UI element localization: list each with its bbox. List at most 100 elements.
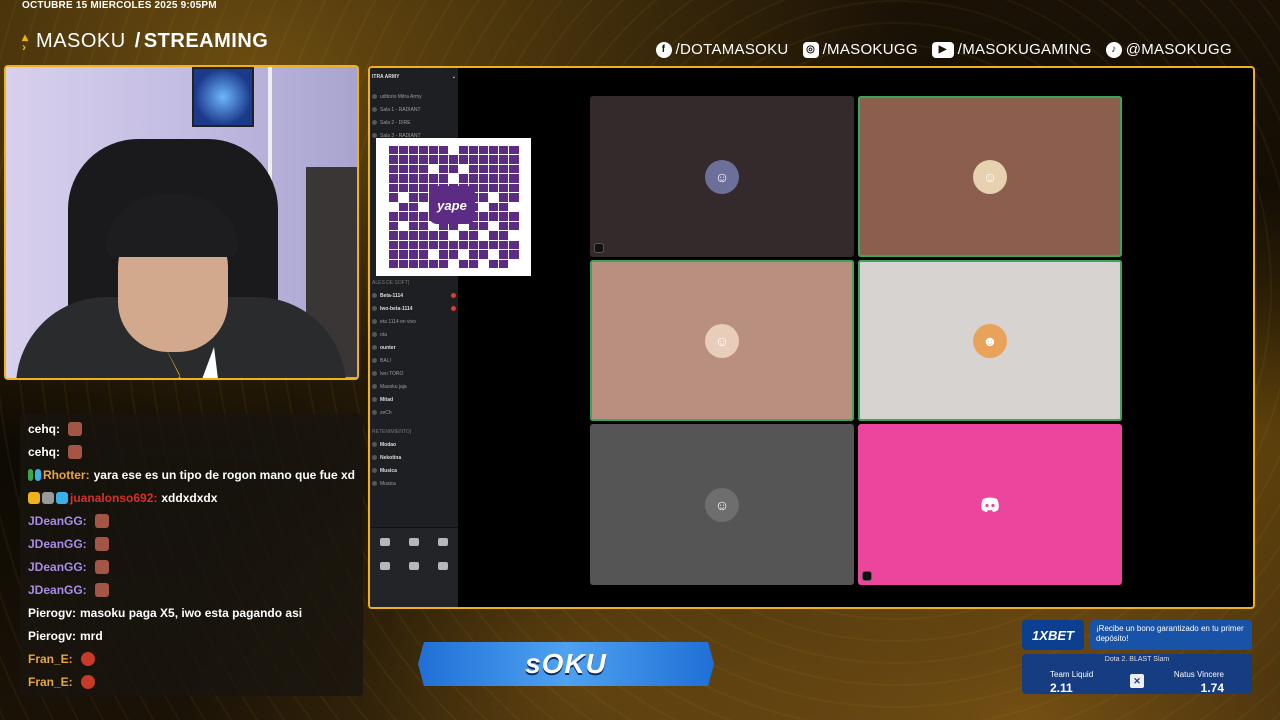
chat-message: Rhotter: yara ese es un tipo de rogon man… bbox=[28, 463, 355, 486]
channel-item[interactable]: RETENIMIENTO] bbox=[372, 425, 456, 438]
channel-item[interactable]: Iwo-beta-1114 bbox=[372, 302, 456, 315]
event-name: Dota 2. BLAST Slam bbox=[1104, 656, 1170, 663]
channel-icon bbox=[372, 293, 377, 298]
channel-item[interactable]: ota bbox=[372, 328, 456, 341]
date-time: OCTUBRE 15 MIERCOLES 2025 9:05PM bbox=[22, 0, 217, 11]
channel-label: ota bbox=[380, 331, 387, 338]
channel-label: Masoku jaja bbox=[380, 383, 407, 390]
chat-emote-icon bbox=[80, 651, 95, 666]
headset-icon[interactable] bbox=[408, 562, 419, 570]
social-link[interactable]: f/DOTAMASOKU bbox=[655, 41, 789, 58]
channel-item[interactable]: BALI bbox=[372, 354, 456, 367]
social-links: f/DOTAMASOKU ◎/MASOKUGG ▶/MASOKUGAMING ♪ @MA… bbox=[655, 41, 1232, 58]
channel-label: Beta-1114 bbox=[380, 292, 404, 299]
chat-message: Fran_E: bbox=[28, 670, 355, 693]
chat-username[interactable]: cehq: bbox=[28, 422, 60, 436]
social-link[interactable]: ▶/MASOKUGAMING bbox=[931, 41, 1092, 58]
discord-icon bbox=[973, 487, 1007, 522]
channel-item[interactable]: Sala 2 - DIRE bbox=[372, 116, 456, 129]
chat-emote-icon bbox=[94, 513, 109, 528]
channel-item[interactable]: eta 1114 en vivo bbox=[372, 315, 456, 328]
chat-username[interactable]: Pierogv: bbox=[28, 606, 76, 620]
chat-username[interactable]: Fran_E: bbox=[28, 675, 73, 689]
channel-icon bbox=[372, 332, 377, 337]
channel-label: Mitad bbox=[380, 396, 394, 403]
channel-item[interactable]: Mitad bbox=[372, 393, 456, 406]
chat-username[interactable]: Rhotter: bbox=[43, 468, 90, 482]
voice-participant-tile[interactable]: ☺ bbox=[590, 424, 854, 585]
soundboard-icon[interactable] bbox=[438, 538, 449, 546]
participant-avatar: ☻ bbox=[973, 323, 1007, 358]
mic-icon[interactable] bbox=[379, 562, 390, 570]
match-odds: Dota 2. BLAST Slam Team Liquid 2.11 ✕ Na… bbox=[1022, 654, 1252, 695]
betting-logo: 1XBET bbox=[1022, 620, 1084, 650]
social-link[interactable]: ♪ @MASOKUGG bbox=[1105, 41, 1232, 58]
chat-text: masoku paga X5, iwo esta pagando asi bbox=[80, 605, 303, 620]
voice-participant-tile[interactable] bbox=[858, 424, 1122, 585]
chat-emote-icon bbox=[68, 444, 83, 459]
channel-label: Iwo TORO bbox=[380, 370, 404, 377]
channel-item[interactable]: Iwo TORO bbox=[372, 367, 456, 380]
channel-item[interactable]: ALES DE SOFT] bbox=[372, 276, 456, 289]
chat-message: juanalonso692: xddxdxdx bbox=[28, 486, 355, 509]
channel-item[interactable]: Musica bbox=[372, 477, 456, 490]
chat-badge-icon bbox=[42, 491, 54, 504]
chat-badge-icon bbox=[56, 491, 68, 504]
user-control-bar bbox=[370, 527, 458, 607]
channel-label: Modao bbox=[380, 441, 397, 448]
brand-title: MASOKU / STREAMING bbox=[36, 30, 269, 52]
channel-item[interactable]: Sala 1 - RADIANT bbox=[372, 103, 456, 116]
chat-text: yara ese es un tipo de rogon mano que fu… bbox=[93, 467, 355, 482]
channel-label: uditorio Mitra Army bbox=[380, 93, 422, 100]
channel-icon bbox=[372, 384, 377, 389]
dota-icon: ✕ bbox=[1130, 674, 1144, 688]
facebook-icon: f bbox=[655, 41, 672, 58]
channel-item[interactable]: Musica bbox=[372, 464, 456, 477]
notification-badge bbox=[451, 306, 456, 311]
channel-item[interactable]: Modao bbox=[372, 438, 456, 451]
screen-share-icon[interactable] bbox=[379, 538, 390, 546]
voice-participant-tile[interactable]: ☻ bbox=[858, 260, 1122, 421]
chat-username[interactable]: JDeanGG: bbox=[28, 537, 87, 551]
betting-widget[interactable]: 1XBET ¡Recibe un bono garantizado en tu … bbox=[1022, 620, 1252, 695]
chat-username[interactable]: Fran_E: bbox=[28, 652, 73, 666]
chat-username[interactable]: JDeanGG: bbox=[28, 514, 87, 528]
chat-username[interactable]: juanalonso692: bbox=[70, 491, 157, 505]
chat-username[interactable]: JDeanGG: bbox=[28, 560, 87, 574]
voice-participant-tile[interactable]: ☺ bbox=[590, 260, 854, 421]
channel-icon bbox=[372, 345, 377, 350]
channel-item[interactable]: Nekotina bbox=[372, 451, 456, 464]
chat-username[interactable]: cehq: bbox=[28, 445, 60, 459]
activity-icon[interactable] bbox=[408, 538, 419, 546]
channel-icon bbox=[372, 120, 377, 125]
channel-label: Iwo-beta-1114 bbox=[380, 305, 413, 312]
chat-text: mrd bbox=[80, 628, 103, 643]
social-handle: @MASOKUGG bbox=[1125, 41, 1232, 58]
channel-label: ounter bbox=[380, 344, 396, 351]
server-name[interactable]: ITRA ARMY ⌄ bbox=[372, 74, 456, 80]
team-2-name: Natus Vincere bbox=[1173, 670, 1224, 679]
channel-label: Musica bbox=[380, 480, 396, 487]
chat-username[interactable]: Pierogv: bbox=[28, 629, 76, 643]
social-link[interactable]: ◎/MASOKUGG bbox=[802, 41, 918, 58]
voice-participant-tile[interactable]: ☺ bbox=[858, 96, 1122, 257]
channel-item[interactable]: ounter bbox=[372, 341, 456, 354]
chat-username[interactable]: JDeanGG: bbox=[28, 583, 87, 597]
yape-qr-code: yape bbox=[376, 138, 531, 276]
shirt-logo-icon bbox=[164, 345, 218, 378]
participant-avatar: ☺ bbox=[705, 487, 739, 522]
chat-message: JDeanGG: bbox=[28, 532, 355, 555]
channel-item[interactable]: uditorio Mitra Army bbox=[372, 90, 456, 103]
chat-message: JDeanGG: bbox=[28, 509, 355, 532]
yape-logo: yape bbox=[429, 186, 475, 224]
social-handle: /DOTAMASOKU bbox=[675, 41, 789, 58]
channel-item[interactable]: Masoku jaja bbox=[372, 380, 456, 393]
channel-item[interactable]: Beta-1114 bbox=[372, 289, 456, 302]
chevron-down-icon: ⌄ bbox=[451, 74, 456, 80]
channel-item[interactable]: zeCh bbox=[372, 406, 456, 419]
chat-message: Pierogv: mrd bbox=[28, 624, 355, 647]
settings-gear-icon[interactable] bbox=[438, 562, 449, 570]
voice-participant-tile[interactable]: ☺ bbox=[590, 96, 854, 257]
webcam-feed bbox=[4, 65, 359, 380]
brand-arrow-icon: ▴ › bbox=[22, 29, 29, 54]
